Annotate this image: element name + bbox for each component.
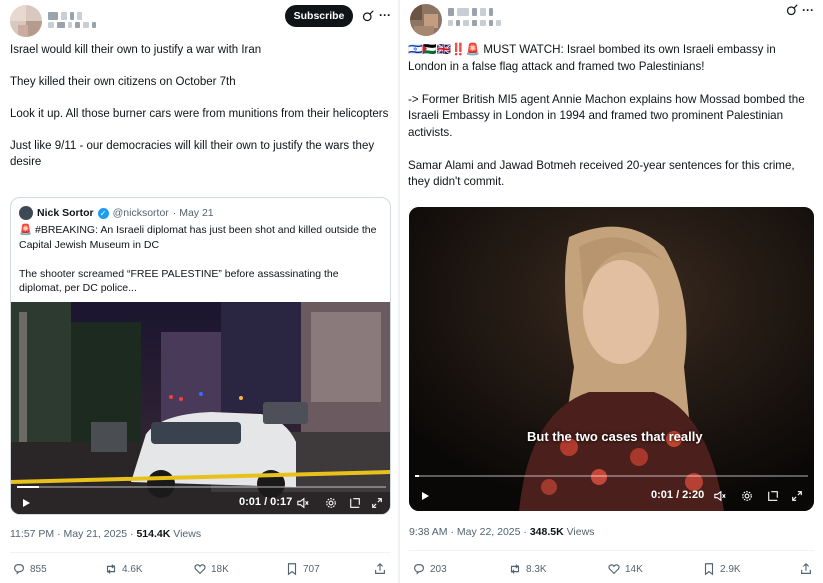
reply-button[interactable]: 203	[412, 562, 447, 576]
video-time: 0:01 / 0:17	[239, 496, 293, 508]
more-icon[interactable]: ···	[378, 8, 392, 22]
like-button[interactable]: 18K	[193, 562, 229, 576]
video-progress-fill	[17, 486, 40, 488]
volume-icon[interactable]	[713, 489, 727, 503]
video-progress-bar[interactable]	[17, 486, 386, 488]
share-button[interactable]	[799, 562, 813, 576]
quote-handle[interactable]: @nicksortor	[113, 207, 169, 219]
like-icon	[608, 564, 620, 575]
views-label: Views	[173, 528, 202, 540]
gear-icon[interactable]	[324, 496, 338, 510]
quote-text: 🚨 #BREAKING: An Israeli diplomat has jus…	[19, 224, 377, 294]
quote-header: Nick Sortor ✓ @nicksortor · May 21	[19, 206, 214, 220]
video-player[interactable]: But the two cases that really 0:01 / 2:2…	[409, 207, 814, 511]
video-time: 0:01 / 2:20	[651, 489, 705, 501]
minimize-player-icon[interactable]	[766, 489, 780, 503]
fullscreen-icon[interactable]	[790, 489, 804, 503]
display-name-redacted[interactable]	[48, 12, 82, 20]
post-text: Israel would kill their own to justify a…	[10, 44, 389, 168]
views-label: Views	[566, 526, 595, 538]
repost-icon	[106, 564, 116, 574]
repost-count: 4.6K	[122, 563, 143, 575]
quote-author-name[interactable]: Nick Sortor	[37, 207, 94, 219]
display-name-redacted[interactable]	[448, 8, 493, 16]
repost-button[interactable]: 8.3K	[508, 562, 547, 576]
post-timestamp[interactable]: 11:57 PM · May 21, 2025 ·	[10, 528, 134, 540]
right-post: ··· 🇮🇱🇵🇸🇬🇧‼️🚨 MUST WATCH: Israel bombed …	[400, 0, 823, 583]
video-progress-fill	[415, 475, 419, 477]
repost-button[interactable]: 4.6K	[104, 562, 143, 576]
like-count: 18K	[211, 563, 229, 575]
video-frame	[409, 207, 814, 511]
bookmark-count: 707	[303, 563, 320, 575]
like-count: 14K	[625, 563, 643, 575]
reply-count: 203	[430, 563, 447, 575]
reply-icon	[414, 564, 424, 575]
handle-redacted[interactable]	[48, 22, 96, 28]
bookmark-button[interactable]: 707	[285, 562, 320, 576]
share-button[interactable]	[373, 562, 387, 576]
repost-count: 8.3K	[526, 563, 547, 575]
bookmark-button[interactable]: 2.9K	[702, 562, 741, 576]
divider	[409, 550, 814, 551]
bookmark-icon	[287, 563, 297, 576]
gear-icon[interactable]	[740, 489, 754, 503]
share-icon	[375, 562, 385, 574]
video-player[interactable]: 0:01 / 0:17	[11, 302, 390, 514]
video-progress-bar[interactable]	[415, 475, 808, 477]
reply-icon	[14, 564, 24, 575]
play-icon[interactable]	[19, 496, 33, 510]
post-timestamp[interactable]: 9:38 AM · May 22, 2025 ·	[409, 526, 527, 538]
divider	[10, 552, 391, 553]
video-frame	[11, 302, 390, 514]
grok-icon[interactable]	[785, 3, 799, 17]
play-icon[interactable]	[418, 489, 432, 503]
quoted-post[interactable]: Nick Sortor ✓ @nicksortor · May 21 🚨 #BR…	[10, 197, 391, 515]
bookmark-icon	[704, 563, 714, 576]
reply-button[interactable]: 855	[12, 562, 47, 576]
reply-count: 855	[30, 563, 47, 575]
volume-icon[interactable]	[296, 496, 310, 510]
avatar[interactable]	[410, 4, 442, 36]
quote-avatar[interactable]	[19, 206, 33, 220]
views-count: 348.5K	[529, 526, 564, 538]
avatar[interactable]	[10, 5, 42, 37]
post-meta: 11:57 PM · May 21, 2025 · 514.4K Views	[10, 528, 201, 540]
verified-badge-icon: ✓	[97, 207, 109, 219]
grok-icon[interactable]	[361, 9, 375, 23]
fullscreen-icon[interactable]	[370, 496, 384, 510]
post-meta: 9:38 AM · May 22, 2025 · 348.5K Views	[409, 526, 594, 538]
like-icon	[194, 564, 206, 575]
bookmark-count: 2.9K	[720, 563, 741, 575]
post-text: 🇮🇱🇵🇸🇬🇧‼️🚨 MUST WATCH: Israel bombed its …	[408, 43, 805, 188]
subscribe-button[interactable]: Subscribe	[285, 5, 353, 27]
repost-icon	[510, 564, 520, 574]
share-icon	[801, 562, 811, 574]
like-button[interactable]: 14K	[607, 562, 643, 576]
left-post: Subscribe ··· Israel would kill their ow…	[0, 0, 398, 583]
more-icon[interactable]: ···	[801, 3, 815, 17]
views-count: 514.4K	[136, 528, 171, 540]
minimize-player-icon[interactable]	[348, 496, 362, 510]
quote-date[interactable]: · May 21	[173, 207, 214, 219]
handle-redacted[interactable]	[448, 20, 501, 26]
video-subtitle: But the two cases that really	[527, 429, 703, 444]
